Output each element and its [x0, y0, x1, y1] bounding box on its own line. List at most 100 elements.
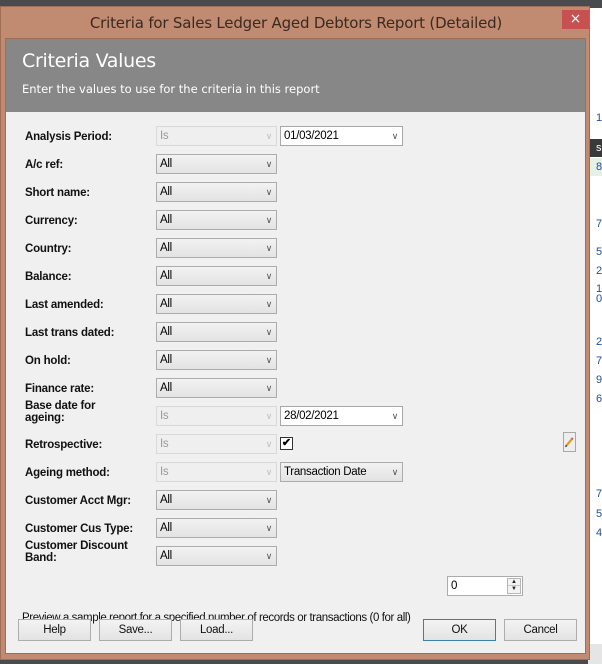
spin-up-button[interactable]: ▲ — [508, 579, 520, 586]
operator-value: All — [160, 326, 172, 338]
background-row: 4 — [596, 527, 602, 539]
criteria-label-retrospective: Retrospective: — [25, 439, 103, 451]
operator-value: Is — [160, 130, 169, 142]
operator-value: All — [160, 158, 172, 170]
criteria-label-short-name: Short name: — [25, 187, 90, 199]
load-button[interactable]: Load... — [180, 619, 253, 641]
criteria-label-balance: Balance: — [25, 271, 72, 283]
criteria-label-base-date-for-ageing: Base date for ageing: — [25, 400, 96, 424]
operator-value: All — [160, 522, 172, 534]
chevron-down-icon: ∨ — [265, 383, 273, 393]
criteria-label-on-hold: On hold: — [25, 355, 71, 367]
operator-dropdown-country[interactable]: All ∨ — [156, 238, 277, 258]
background-row: 7 — [596, 355, 602, 367]
chevron-down-icon: ∨ — [391, 411, 399, 421]
criteria-label-a-c-ref: A/c ref: — [25, 159, 64, 171]
retrospective-checkbox[interactable]: ✔ — [280, 437, 293, 450]
title-bar[interactable]: Criteria for Sales Ledger Aged Debtors R… — [1, 7, 589, 39]
criteria-label-ageing-method: Ageing method: — [25, 467, 110, 479]
operator-value: Is — [160, 466, 169, 478]
chevron-down-icon: ∨ — [391, 131, 399, 141]
background-window: 1s8752102796754 — [588, 8, 602, 664]
chevron-down-icon: ∨ — [265, 299, 273, 309]
background-row: 2 — [596, 336, 602, 348]
chevron-down-icon: ∨ — [265, 243, 273, 253]
operator-value: All — [160, 382, 172, 394]
criteria-header: Criteria Values Enter the values to use … — [6, 39, 585, 112]
operator-dropdown-customer-discount-band[interactable]: All ∨ — [156, 546, 277, 566]
ok-button[interactable]: OK — [423, 619, 496, 641]
date-picker-base-date-for-ageing[interactable]: 28/02/2021 ∨ — [280, 406, 403, 426]
spin-down-button[interactable]: ▼ — [508, 586, 520, 593]
operator-dropdown-balance[interactable]: All ∨ — [156, 266, 277, 286]
chevron-down-icon: ∨ — [391, 467, 399, 477]
operator-value: All — [160, 354, 172, 366]
spin-up-icon: ▲ — [511, 579, 517, 585]
background-footer — [588, 644, 602, 664]
background-row: 2 — [596, 265, 602, 277]
operator-dropdown-last-trans-dated[interactable]: All ∨ — [156, 322, 277, 342]
cancel-button[interactable]: Cancel — [504, 619, 577, 641]
operator-value: All — [160, 270, 172, 282]
chevron-down-icon: ∨ — [265, 159, 273, 169]
chevron-down-icon: ∨ — [265, 411, 273, 421]
operator-dropdown-customer-cus-type[interactable]: All ∨ — [156, 518, 277, 538]
window-title: Criteria for Sales Ledger Aged Debtors R… — [89, 14, 503, 32]
operator-dropdown-on-hold[interactable]: All ∨ — [156, 350, 277, 370]
background-row — [588, 440, 602, 458]
spin-buttons: ▲ ▼ — [507, 578, 521, 594]
criteria-label-country: Country: — [25, 243, 72, 255]
operator-value: Is — [160, 410, 169, 422]
operator-dropdown-base-date-for-ageing: Is ∨ — [156, 406, 277, 426]
background-row: 8 — [588, 158, 602, 176]
operator-dropdown-currency[interactable]: All ∨ — [156, 210, 277, 230]
criteria-label-currency: Currency: — [25, 215, 78, 227]
preview-records-value[interactable]: 0 — [451, 580, 457, 592]
header-title: Criteria Values — [22, 50, 156, 72]
close-button[interactable]: × — [562, 10, 589, 29]
operator-value: All — [160, 214, 172, 226]
background-row: 7 — [596, 488, 602, 500]
criteria-label-last-trans-dated: Last trans dated: — [25, 327, 115, 339]
header-subtitle: Enter the values to use for the criteria… — [22, 82, 320, 96]
criteria-value: 28/02/2021 — [284, 410, 339, 422]
chevron-down-icon: ∨ — [265, 467, 273, 477]
operator-dropdown-short-name[interactable]: All ∨ — [156, 182, 277, 202]
chevron-down-icon: ∨ — [265, 131, 273, 141]
preview-records-stepper[interactable]: 0 ▲ ▼ — [447, 576, 523, 596]
background-row: 5 — [596, 508, 602, 520]
criteria-dialog: Criteria for Sales Ledger Aged Debtors R… — [0, 6, 590, 660]
edit-button[interactable] — [563, 432, 576, 452]
operator-dropdown-finance-rate[interactable]: All ∨ — [156, 378, 277, 398]
operator-dropdown-customer-acct-mgr[interactable]: All ∨ — [156, 490, 277, 510]
chevron-down-icon: ∨ — [265, 215, 273, 225]
close-icon: × — [569, 11, 582, 27]
criteria-label-customer-acct-mgr: Customer Acct Mgr: — [25, 495, 131, 507]
date-picker-analysis-period[interactable]: 01/03/2021 ∨ — [280, 126, 403, 146]
operator-value: All — [160, 186, 172, 198]
value-dropdown-ageing-method[interactable]: Transaction Date ∨ — [280, 462, 403, 482]
criteria-label-customer-discount-band: Customer Discount Band: — [25, 540, 128, 564]
help-button[interactable]: Help — [18, 619, 91, 641]
criteria-label-finance-rate: Finance rate: — [25, 383, 94, 395]
operator-value: All — [160, 242, 172, 254]
chevron-down-icon: ∨ — [265, 355, 273, 365]
chevron-down-icon: ∨ — [265, 439, 273, 449]
operator-value: All — [160, 298, 172, 310]
operator-value: Is — [160, 438, 169, 450]
operator-value: All — [160, 494, 172, 506]
operator-dropdown-a-c-ref[interactable]: All ∨ — [156, 154, 277, 174]
background-row — [588, 196, 602, 214]
operator-dropdown-last-amended[interactable]: All ∨ — [156, 294, 277, 314]
save-button[interactable]: Save... — [99, 619, 172, 641]
checkmark-icon: ✔ — [281, 437, 292, 449]
operator-dropdown-retrospective: Is ∨ — [156, 434, 277, 454]
criteria-label-analysis-period: Analysis Period: — [25, 131, 112, 143]
criteria-value: Transaction Date — [284, 466, 367, 478]
chevron-down-icon: ∨ — [265, 271, 273, 281]
dialog-client-area: Criteria Values Enter the values to use … — [5, 38, 586, 654]
operator-dropdown-ageing-method: Is ∨ — [156, 462, 277, 482]
background-row: 5 — [596, 246, 602, 258]
criteria-value: 01/03/2021 — [284, 130, 339, 142]
chevron-down-icon: ∨ — [265, 495, 273, 505]
